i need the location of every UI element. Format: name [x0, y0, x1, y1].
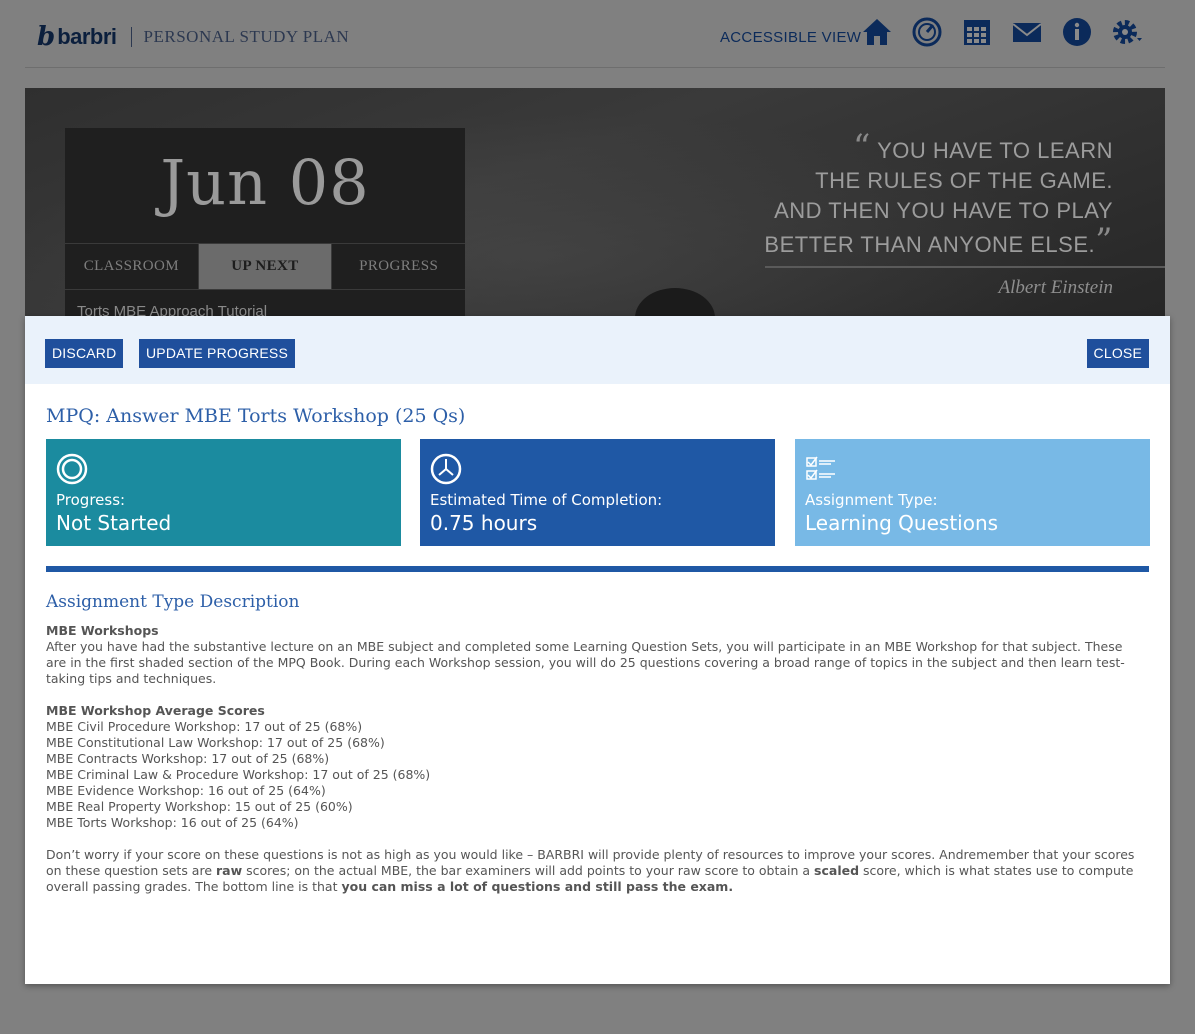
hero-quote: “ YOU HAVE TO LEARN THE RULES OF THE GAM…	[764, 127, 1113, 261]
quote-line-2: THE RULES OF THE GAME.	[815, 168, 1113, 193]
logo-separator	[130, 27, 132, 47]
date-card: Jun 08 CLASSROOM UP NEXT PROGRESS Torts …	[65, 128, 465, 328]
quote-line-1: “ YOU HAVE TO LEARN	[852, 127, 1113, 167]
hero-banner: “ YOU HAVE TO LEARN THE RULES OF THE GAM…	[25, 88, 1165, 328]
assignment-modal: DISCARD UPDATE PROGRESS CLOSE MPQ: Answe…	[25, 316, 1170, 984]
accessible-view-link[interactable]: ACCESSIBLE VIEW	[720, 29, 861, 46]
scores-heading: MBE Workshop Average Scores	[46, 703, 265, 718]
description-body: MBE Workshops After you have had the sub…	[46, 623, 1136, 895]
close-button[interactable]: CLOSE	[1086, 339, 1149, 368]
quote-divider	[765, 266, 1165, 268]
assignment-type-label: Assignment Type:	[805, 491, 938, 509]
workshops-heading: MBE Workshops	[46, 623, 159, 638]
score-line: MBE Civil Procedure Workshop: 17 out of …	[46, 719, 363, 734]
score-line: MBE Criminal Law & Procedure Workshop: 1…	[46, 767, 431, 782]
info-icon[interactable]	[1060, 15, 1094, 49]
calendar-icon[interactable]	[960, 15, 994, 49]
closing-paragraph: Don’t worry if your score on these quest…	[46, 847, 1135, 894]
modal-action-bar: DISCARD UPDATE PROGRESS CLOSE	[25, 316, 1170, 384]
checklist-icon	[805, 453, 837, 485]
settings-icon[interactable]	[1110, 15, 1144, 49]
current-date: Jun 08	[160, 146, 370, 219]
score-line: MBE Contracts Workshop: 17 out of 25 (68…	[46, 751, 330, 766]
page-subtitle: PERSONAL STUDY PLAN	[143, 27, 350, 46]
quote-author: Albert Einstein	[998, 277, 1113, 298]
discard-button[interactable]: DISCARD	[45, 339, 124, 368]
update-progress-button[interactable]: UPDATE PROGRESS	[139, 339, 295, 368]
assignment-title: MPQ: Answer MBE Torts Workshop (25 Qs)	[46, 405, 466, 427]
progress-label: Progress:	[56, 491, 126, 509]
quote-line-3: AND THEN YOU HAVE TO PLAY	[774, 198, 1113, 223]
tab-up-next[interactable]: UP NEXT	[198, 244, 333, 289]
home-icon[interactable]	[860, 15, 894, 49]
open-quote-icon: “	[852, 127, 871, 167]
score-line: MBE Evidence Workshop: 16 out of 25 (64%…	[46, 783, 326, 798]
assignment-type-tile: Assignment Type: Learning Questions	[795, 439, 1150, 546]
close-quote-icon: ”	[1095, 221, 1113, 261]
date-card-tabs: CLASSROOM UP NEXT PROGRESS	[65, 243, 465, 290]
progress-tile: Progress: Not Started	[46, 439, 401, 546]
workshops-text: After you have had the substantive lectu…	[46, 639, 1125, 686]
score-line: MBE Real Property Workshop: 15 out of 25…	[46, 799, 353, 814]
dashboard-icon[interactable]	[910, 15, 944, 49]
mail-icon[interactable]	[1010, 15, 1044, 49]
quote-line-4: BETTER THAN ANYONE ELSE.”	[764, 221, 1113, 261]
barbri-logo[interactable]: b barbri PERSONAL STUDY PLAN	[37, 24, 349, 50]
estimated-time-value: 0.75 hours	[430, 511, 538, 535]
progress-icon	[56, 453, 88, 485]
clock-icon	[430, 453, 462, 485]
assignment-type-value: Learning Questions	[805, 511, 999, 535]
estimated-time-label: Estimated Time of Completion:	[430, 491, 663, 509]
top-bar: b barbri PERSONAL STUDY PLAN ACCESSIBLE …	[25, 0, 1165, 68]
progress-value: Not Started	[56, 511, 172, 535]
estimated-time-tile: Estimated Time of Completion: 0.75 hours	[420, 439, 775, 546]
tab-progress[interactable]: PROGRESS	[332, 244, 465, 289]
score-line: MBE Torts Workshop: 16 out of 25 (64%)	[46, 815, 299, 830]
description-heading: Assignment Type Description	[46, 592, 300, 612]
section-divider	[46, 566, 1149, 572]
tab-classroom[interactable]: CLASSROOM	[65, 244, 199, 289]
logo-mark: b	[37, 22, 56, 52]
logo-text: barbri	[57, 24, 117, 49]
score-line: MBE Constitutional Law Workshop: 17 out …	[46, 735, 385, 750]
nav-icons	[860, 15, 1160, 49]
